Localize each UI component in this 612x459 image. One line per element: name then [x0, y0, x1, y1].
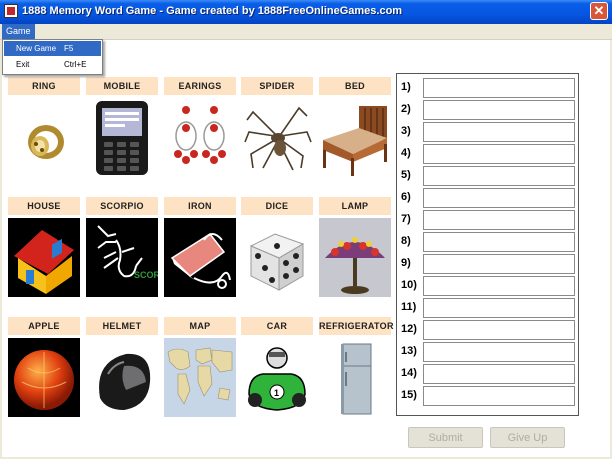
- answer-input-14[interactable]: [423, 364, 575, 384]
- game-menu-dropdown: New Game F5 Exit Ctrl+E: [2, 39, 103, 75]
- menu-item-new-game[interactable]: New Game F5: [4, 41, 101, 56]
- answer-input-8[interactable]: [423, 232, 575, 252]
- card-apple[interactable]: APPLE: [8, 317, 80, 417]
- card-lamp[interactable]: LAMP: [319, 197, 391, 297]
- dice-icon: [241, 218, 313, 297]
- submit-button[interactable]: Submit: [408, 427, 483, 448]
- card-label: MAP: [164, 317, 236, 335]
- give-up-button[interactable]: Give Up: [490, 427, 565, 448]
- menu-item-exit[interactable]: Exit Ctrl+E: [4, 57, 101, 72]
- card-refrigerator[interactable]: REFRIGERATOR: [319, 317, 393, 417]
- card-label: RING: [8, 77, 80, 95]
- card-dice[interactable]: DICE: [241, 197, 313, 297]
- card-iron[interactable]: IRON: [164, 197, 236, 297]
- ring-icon: [8, 98, 80, 177]
- world-map-icon: [164, 338, 236, 417]
- answer-number: 2): [401, 103, 411, 115]
- answer-input-3[interactable]: [423, 122, 575, 142]
- menu-item-label: New Game: [16, 44, 57, 53]
- menu-item-label: Exit: [16, 60, 30, 69]
- answer-number: 14): [401, 367, 417, 379]
- bed-icon: [319, 98, 391, 177]
- answer-input-15[interactable]: [423, 386, 575, 406]
- card-mobile[interactable]: MOBILE: [86, 77, 158, 177]
- refrigerator-icon: [319, 338, 391, 417]
- spider-icon: [241, 98, 313, 177]
- card-map[interactable]: MAP: [164, 317, 236, 417]
- answer-input-12[interactable]: [423, 320, 575, 340]
- card-label: HELMET: [86, 317, 158, 335]
- card-label: LAMP: [319, 197, 391, 215]
- card-house[interactable]: HOUSE: [8, 197, 80, 297]
- answer-number: 15): [401, 389, 417, 401]
- answer-input-9[interactable]: [423, 254, 575, 274]
- card-label: BED: [319, 77, 391, 95]
- card-label: HOUSE: [8, 197, 80, 215]
- car-number: 1: [274, 388, 279, 398]
- menu-item-shortcut: Ctrl+E: [64, 60, 87, 69]
- card-label: REFRIGERATOR: [319, 317, 393, 335]
- menu-item-shortcut: F5: [64, 44, 74, 53]
- answer-number: 4): [401, 147, 411, 159]
- card-label: CAR: [241, 317, 313, 335]
- card-label: IRON: [164, 197, 236, 215]
- answer-number: 5): [401, 169, 411, 181]
- menu-game[interactable]: Game: [2, 24, 35, 39]
- earrings-icon: [164, 98, 236, 177]
- answer-input-6[interactable]: [423, 188, 575, 208]
- card-helmet[interactable]: HELMET: [86, 317, 158, 417]
- answer-input-13[interactable]: [423, 342, 575, 362]
- card-car[interactable]: CAR 1: [241, 317, 313, 417]
- iron-icon: [164, 218, 236, 297]
- card-label: MOBILE: [86, 77, 158, 95]
- answer-number: 11): [401, 301, 417, 313]
- game-board: RING MOBILE EARINGS SPIDER BED HOUSE SCO…: [2, 40, 610, 457]
- answer-input-1[interactable]: [423, 78, 575, 98]
- app-icon: [4, 4, 18, 18]
- card-label: APPLE: [8, 317, 80, 335]
- card-label: SCORPIO: [86, 197, 158, 215]
- window-title: 1888 Memory Word Game - Game created by …: [22, 5, 403, 17]
- lamp-icon: [319, 218, 391, 297]
- answer-number: 12): [401, 323, 417, 335]
- answer-number: 8): [401, 235, 411, 247]
- card-ring[interactable]: RING: [8, 77, 80, 177]
- answer-input-10[interactable]: [423, 276, 575, 296]
- answer-input-4[interactable]: [423, 144, 575, 164]
- card-label: DICE: [241, 197, 313, 215]
- card-scorpio[interactable]: SCORPIO SCORPIO: [86, 197, 158, 297]
- answer-number: 9): [401, 257, 411, 269]
- answer-input-11[interactable]: [423, 298, 575, 318]
- close-button[interactable]: ✕: [590, 2, 608, 20]
- mobile-phone-icon: [86, 98, 158, 177]
- scorpion-icon: SCORPIO: [86, 218, 158, 297]
- apple-icon: [8, 338, 80, 417]
- title-bar: 1888 Memory Word Game - Game created by …: [0, 0, 612, 24]
- answer-number: 1): [401, 81, 411, 93]
- answer-number: 6): [401, 191, 411, 203]
- menu-bar: Game: [0, 24, 612, 40]
- race-car-icon: 1: [241, 338, 313, 417]
- scorpio-caption: SCORPIO: [134, 270, 158, 280]
- card-earings[interactable]: EARINGS: [164, 77, 236, 177]
- house-icon: [8, 218, 80, 297]
- answer-number: 7): [401, 213, 411, 225]
- answer-number: 10): [401, 279, 417, 291]
- card-label: EARINGS: [164, 77, 236, 95]
- helmet-icon: [86, 338, 158, 417]
- answer-input-2[interactable]: [423, 100, 575, 120]
- card-label: SPIDER: [241, 77, 313, 95]
- answer-number: 13): [401, 345, 417, 357]
- card-spider[interactable]: SPIDER: [241, 77, 313, 177]
- card-bed[interactable]: BED: [319, 77, 391, 177]
- answer-panel: 1) 2) 3) 4) 5) 6) 7) 8) 9) 10) 11) 12) 1…: [396, 73, 579, 416]
- answer-number: 3): [401, 125, 411, 137]
- answer-input-7[interactable]: [423, 210, 575, 230]
- answer-input-5[interactable]: [423, 166, 575, 186]
